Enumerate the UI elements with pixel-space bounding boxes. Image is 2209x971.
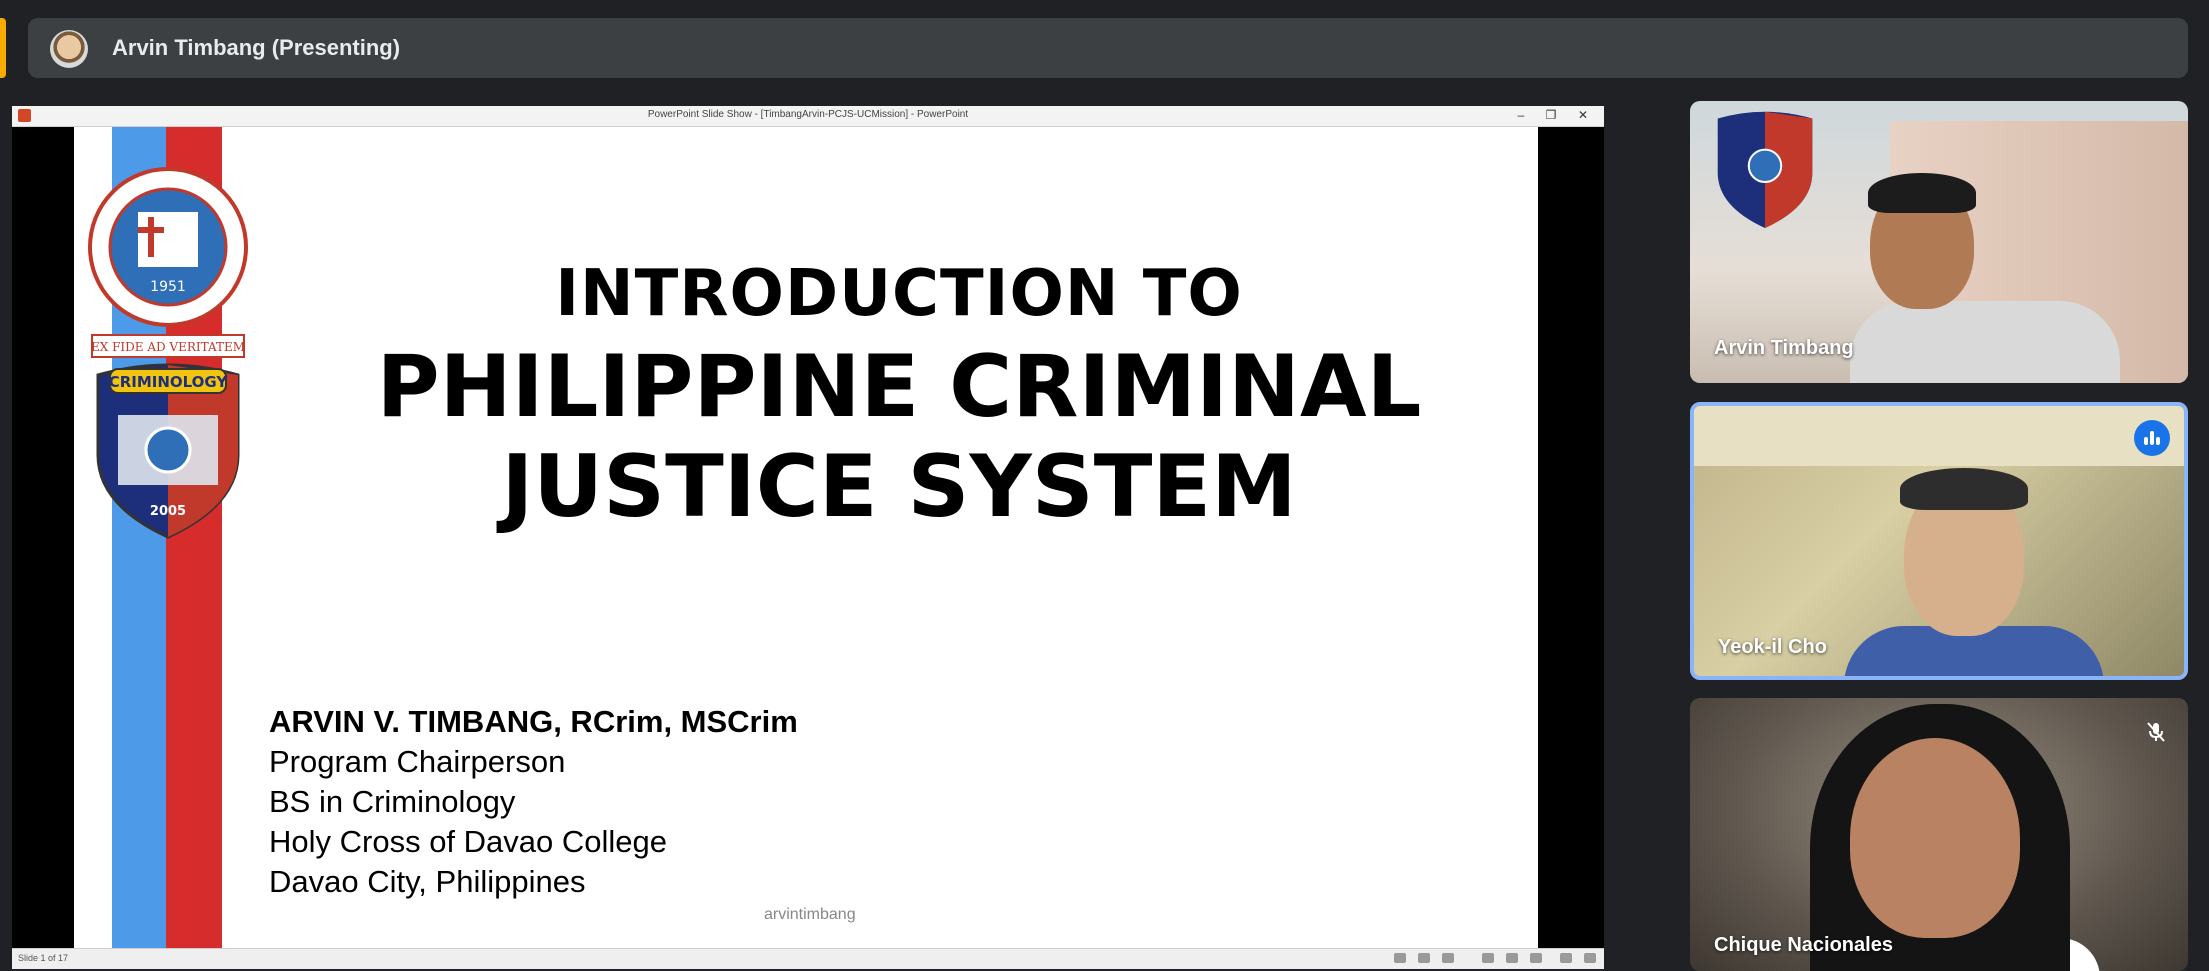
svg-text:CRIMINOLOGY: CRIMINOLOGY [109, 373, 229, 391]
presentation-window[interactable]: PowerPoint Slide Show - [TimbangArvin-PC… [12, 106, 1604, 969]
college-seal-logo: 1951 EX FIDE AD VERITATEM [88, 167, 248, 358]
author-name: ARVIN V. TIMBANG, RCrim, MSCrim [269, 704, 798, 739]
minimize-icon[interactable]: – [1506, 108, 1536, 122]
background-ceiling [1694, 406, 2184, 466]
svg-text:1951: 1951 [150, 279, 186, 295]
criminology-badge-logo [1717, 111, 1813, 228]
more-options-icon[interactable] [1584, 953, 1596, 963]
mic-muted-icon [2147, 722, 2165, 742]
slide-indicator: Slide 1 of 17 [18, 953, 69, 963]
grid-view-icon[interactable] [1560, 953, 1572, 963]
participant-body [1850, 301, 2120, 383]
close-icon[interactable]: ✕ [1568, 108, 1598, 122]
next-slide-icon[interactable] [1442, 953, 1454, 963]
participant-face [1850, 738, 2020, 938]
participant-tile[interactable]: Chique Nacionales [1690, 698, 2188, 971]
participant-name: Chique Nacionales [1714, 934, 1893, 956]
normal-view-icon[interactable] [1482, 953, 1494, 963]
speaking-indicator-icon [2134, 420, 2170, 456]
svg-text:EX FIDE AD VERITATEM: EX FIDE AD VERITATEM [91, 340, 245, 354]
notes-icon[interactable] [1418, 953, 1430, 963]
ppt-titlebar: PowerPoint Slide Show - [TimbangArvin-PC… [12, 106, 1604, 127]
ppt-window-title: PowerPoint Slide Show - [TimbangArvin-PC… [647, 109, 969, 120]
slideshow-view-icon[interactable] [1530, 953, 1542, 963]
participant-hair [1868, 173, 1976, 213]
presenting-label: Arvin Timbang (Presenting) [112, 35, 401, 60]
participant-tile-speaking[interactable]: Yeok-il Cho [1690, 402, 2188, 680]
svg-text:2005: 2005 [150, 504, 186, 519]
side-panel-handle[interactable] [0, 18, 6, 78]
slide-title-line2: PHILIPPINE CRIMINAL [376, 337, 1422, 437]
ppt-status-bar: Slide 1 of 17 [12, 948, 1604, 969]
participant-name: Arvin Timbang [1714, 337, 1854, 359]
slide-watermark: arvintimbang [764, 906, 856, 923]
participant-hair [1900, 468, 2028, 510]
slide-title-line3: JUSTICE SYSTEM [501, 437, 1297, 537]
restore-icon[interactable]: ❐ [1536, 108, 1566, 122]
author-block: ARVIN V. TIMBANG, RCrim, MSCrim Program … [269, 702, 798, 902]
slide-title-line1: INTRODUCTION TO [555, 257, 1243, 331]
author-city: Davao City, Philippines [269, 864, 586, 899]
author-school: Holy Cross of Davao College [269, 824, 668, 859]
prev-slide-icon[interactable] [1394, 953, 1406, 963]
presenting-bar: Arvin Timbang (Presenting) [28, 18, 2188, 78]
participant-tile[interactable]: Arvin Timbang [1690, 101, 2188, 383]
reading-view-icon[interactable] [1506, 953, 1518, 963]
criminology-badge-logo: CRIMINOLOGY 2005 [96, 363, 240, 539]
author-role: Program Chairperson [269, 744, 566, 779]
participant-name: Yeok-il Cho [1718, 636, 1827, 658]
slide-title-main: PHILIPPINE CRIMINAL JUSTICE SYSTEM [374, 337, 1424, 537]
presenter-avatar [50, 30, 88, 68]
slide-canvas: 1951 EX FIDE AD VERITATEM CRIMINOLOGY 20… [74, 127, 1538, 949]
author-program: BS in Criminology [269, 784, 516, 819]
